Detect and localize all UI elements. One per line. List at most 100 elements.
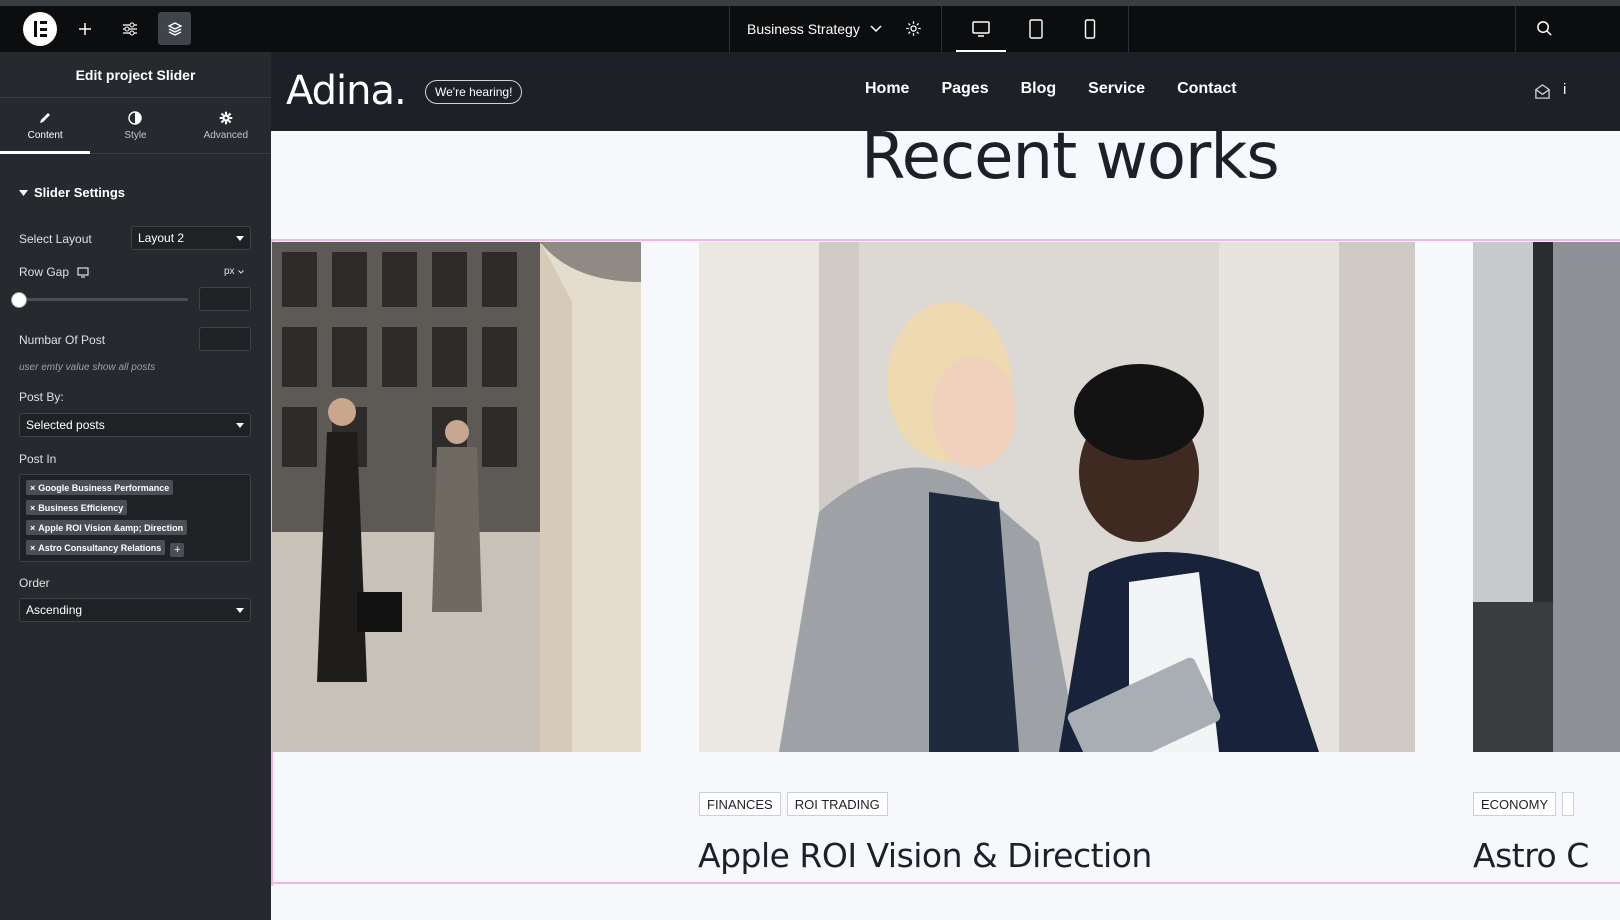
post-tag-label: Google Business Performance xyxy=(38,482,170,493)
layers-icon xyxy=(167,21,182,36)
nav-home[interactable]: Home xyxy=(865,80,909,98)
tag-row: × Business Efficiency xyxy=(26,500,244,520)
panel-title: Edit project Slider xyxy=(0,52,271,98)
mobile-icon xyxy=(1084,19,1096,39)
search-icon xyxy=(1537,21,1552,36)
desktop-icon xyxy=(972,21,990,37)
order-value: Ascending xyxy=(26,603,83,617)
photo-office-walk xyxy=(272,242,641,752)
post-tag[interactable]: × Business Efficiency xyxy=(26,500,128,515)
site-logo[interactable]: Adina. xyxy=(286,68,407,114)
project-image-2[interactable] xyxy=(699,242,1415,752)
nav-pages[interactable]: Pages xyxy=(941,80,988,98)
remove-tag-icon[interactable]: × xyxy=(30,503,35,513)
document-title-dropdown[interactable]: Business Strategy xyxy=(747,6,882,52)
number-of-post-hint: user emty value show all posts xyxy=(19,362,156,373)
plus-icon xyxy=(78,22,91,35)
caret-down-icon xyxy=(19,189,28,196)
editor-topbar: Business Strategy xyxy=(0,6,1620,52)
remove-tag-icon[interactable]: × xyxy=(30,543,35,553)
category-tag-cropped[interactable] xyxy=(1562,792,1575,816)
nav-contact[interactable]: Contact xyxy=(1177,80,1237,98)
gear-icon xyxy=(906,21,921,36)
post-by-dropdown[interactable]: Selected posts xyxy=(19,413,251,437)
divider xyxy=(729,6,730,52)
nav-blog[interactable]: Blog xyxy=(1021,80,1057,98)
category-tag[interactable]: ECONOMY xyxy=(1473,792,1557,816)
order-label: Order xyxy=(19,576,50,590)
photo-window-view xyxy=(1473,242,1620,752)
site-nav: Home Pages Blog Service Contact xyxy=(865,80,1237,98)
section-heading: Recent works xyxy=(861,120,1280,194)
caret-down-icon xyxy=(236,608,244,613)
tab-advanced[interactable]: Advanced xyxy=(181,98,271,153)
header-contact-text: i xyxy=(1563,81,1567,98)
tab-content[interactable]: Content xyxy=(0,98,91,154)
select-layout-dropdown[interactable]: Layout 2 xyxy=(131,226,251,250)
finder-button[interactable] xyxy=(1528,12,1561,45)
row-gap-slider-handle[interactable] xyxy=(11,292,27,308)
post-tag-label: Astro Consultancy Relations xyxy=(38,542,162,553)
gear-icon xyxy=(219,111,233,124)
structure-button[interactable] xyxy=(158,12,191,45)
hearing-badge[interactable]: We're hearing! xyxy=(425,80,523,104)
number-of-post-label: Numbar Of Post xyxy=(19,333,106,347)
tablet-icon xyxy=(1029,19,1043,39)
unit-selector[interactable]: px xyxy=(224,266,244,277)
panel-tabs: Content Style Advanced xyxy=(0,98,271,154)
selection-outline-bottom xyxy=(271,882,1620,884)
order-dropdown[interactable]: Ascending xyxy=(19,598,251,622)
card-title[interactable]: Astro C xyxy=(1473,836,1589,875)
remove-tag-icon[interactable]: × xyxy=(30,483,35,493)
selection-outline-top xyxy=(271,239,1620,241)
tab-advanced-label: Advanced xyxy=(203,129,249,141)
tag-row: × Google Business Performance xyxy=(26,480,244,500)
select-layout-value: Layout 2 xyxy=(138,231,185,245)
card-title[interactable]: Apple ROI Vision & Direction xyxy=(698,836,1152,875)
desktop-icon[interactable] xyxy=(77,266,89,278)
tablet-view-button[interactable] xyxy=(1009,6,1063,52)
row-gap-label-wrap: Row Gap xyxy=(19,265,89,279)
select-layout-label: Select Layout xyxy=(19,232,92,246)
page-settings-button[interactable] xyxy=(897,12,930,45)
tab-style[interactable]: Style xyxy=(90,98,180,153)
row-gap-slider-track[interactable] xyxy=(19,298,188,301)
remove-tag-icon[interactable]: × xyxy=(30,523,35,533)
post-by-label: Post By: xyxy=(19,390,64,404)
post-tag[interactable]: × Astro Consultancy Relations xyxy=(26,540,166,555)
card-categories: FINANCES ROI TRADING xyxy=(699,792,888,816)
section-title: Slider Settings xyxy=(34,185,126,200)
post-tag[interactable]: × Google Business Performance xyxy=(26,480,174,495)
post-tag[interactable]: × Apple ROI Vision &amp; Direction xyxy=(26,520,188,535)
elementor-logo-icon[interactable] xyxy=(23,12,57,46)
section-toggle-slider-settings[interactable]: Slider Settings xyxy=(19,185,125,200)
post-tag-label: Business Efficiency xyxy=(38,502,124,513)
add-tag-icon[interactable]: + xyxy=(170,543,185,557)
category-tag[interactable]: ROI TRADING xyxy=(786,792,888,816)
sliders-icon xyxy=(122,22,137,35)
mail-icon[interactable] xyxy=(1534,83,1551,100)
photo-two-women-tablet xyxy=(699,242,1415,752)
row-gap-input[interactable] xyxy=(199,287,251,311)
nav-service[interactable]: Service xyxy=(1088,80,1145,98)
desktop-view-button[interactable] xyxy=(954,6,1008,52)
number-of-post-input[interactable] xyxy=(199,327,251,351)
unit-label: px xyxy=(224,266,235,277)
card-categories: ECONOMY xyxy=(1473,792,1575,816)
post-by-value: Selected posts xyxy=(26,418,105,432)
divider xyxy=(941,6,942,52)
preview-canvas: Adina. We're hearing! Home Pages Blog Se… xyxy=(271,52,1620,920)
project-image-3[interactable] xyxy=(1473,242,1620,752)
tab-style-label: Style xyxy=(124,129,147,141)
editor-panel: Edit project Slider Content Style Advanc… xyxy=(0,52,271,920)
site-settings-button[interactable] xyxy=(113,12,146,45)
add-element-button[interactable] xyxy=(68,12,101,45)
project-image-1[interactable] xyxy=(272,242,641,752)
tag-row: × Astro Consultancy Relations + xyxy=(26,540,244,560)
category-tag[interactable]: FINANCES xyxy=(699,792,781,816)
post-in-label: Post In xyxy=(19,452,57,466)
mobile-view-button[interactable] xyxy=(1063,6,1117,52)
caret-down-icon xyxy=(236,423,244,428)
pencil-icon xyxy=(40,112,51,123)
post-in-multiselect[interactable]: × Google Business Performance × Business E… xyxy=(19,474,251,562)
